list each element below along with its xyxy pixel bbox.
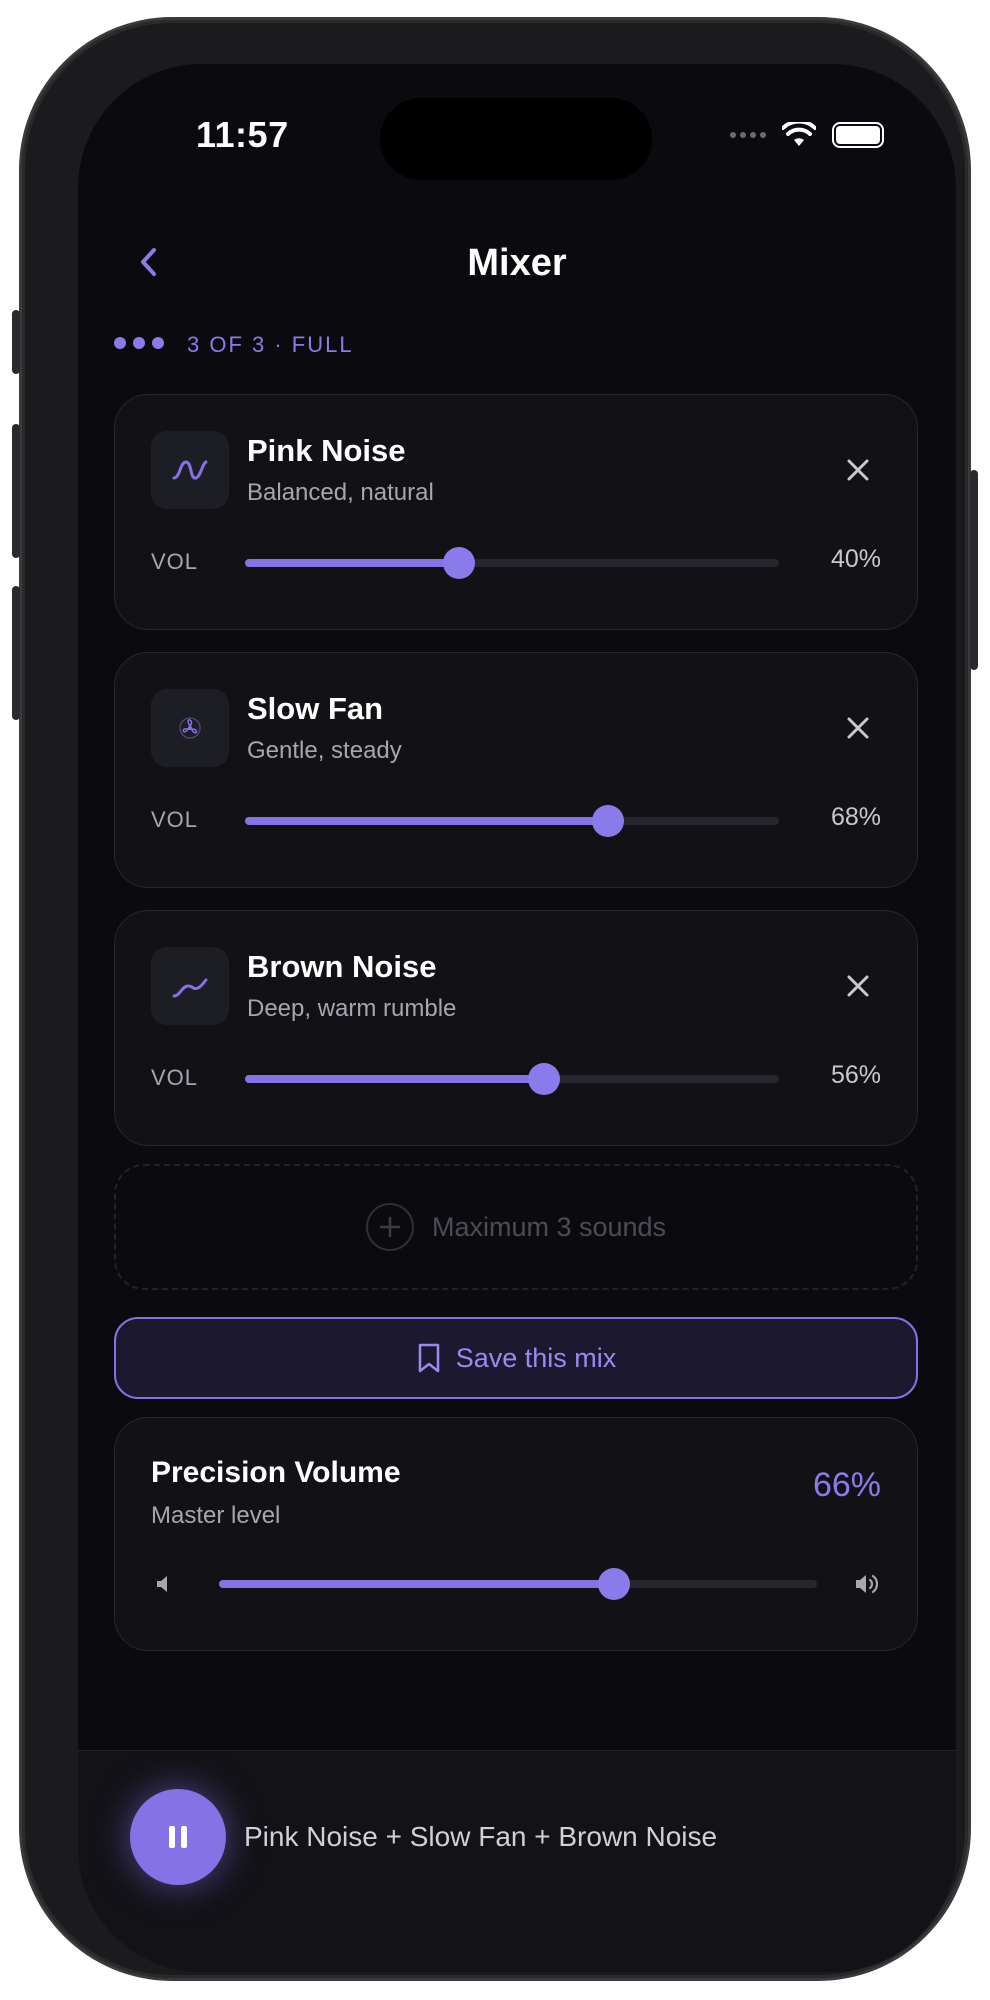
sound-name: Slow Fan	[247, 691, 384, 726]
volume-percent: 40%	[830, 545, 881, 573]
slider-fill	[245, 817, 609, 825]
sound-card: Pink Noise Balanced, natural VOL 40%	[114, 394, 918, 630]
pause-button[interactable]	[130, 1789, 226, 1885]
slider-thumb[interactable]	[592, 805, 625, 837]
master-volume-percent: 66%	[812, 1466, 881, 1504]
phone-frame: 11:57 Mixer 3 OF 3 · FULL Pink Noise Bal…	[12, 20, 978, 1978]
volume-percent: 56%	[830, 1061, 881, 1089]
remove-sound-close-icon[interactable]	[843, 713, 873, 743]
slider-fill	[245, 1075, 545, 1083]
sound-volume-slider[interactable]	[245, 805, 779, 837]
add-slot-label: Maximum 3 sounds	[431, 1211, 667, 1242]
volume-label: VOL	[151, 549, 199, 574]
sound-count-text: 3 OF 3 · FULL	[187, 332, 354, 357]
master-volume-subtitle: Master level	[151, 1502, 281, 1529]
master-volume-card: Precision Volume Master level 66%	[114, 1417, 918, 1651]
slider-thumb[interactable]	[442, 547, 475, 579]
rumble-icon	[172, 978, 208, 998]
now-playing-text: Pink Noise + Slow Fan + Brown Noise	[244, 1821, 718, 1852]
slider-thumb[interactable]	[528, 1063, 561, 1095]
fan-icon	[179, 717, 201, 739]
sound-icon-box	[151, 947, 229, 1025]
slot-dot	[114, 337, 126, 349]
battery-icon	[832, 122, 884, 148]
save-mix-button[interactable]: Save this mix	[114, 1317, 918, 1399]
sound-card: Slow Fan Gentle, steady VOL 68%	[114, 652, 918, 888]
sound-description: Deep, warm rumble	[247, 995, 457, 1022]
dynamic-island	[380, 98, 652, 180]
volume-high-icon[interactable]	[853, 1570, 881, 1598]
slider-fill	[245, 559, 459, 567]
sound-count-indicator: 3 OF 3 · FULL	[114, 332, 354, 358]
master-volume-title: Precision Volume	[151, 1456, 401, 1489]
remove-sound-close-icon[interactable]	[843, 455, 873, 485]
status-time: 11:57	[196, 114, 289, 155]
screen: 11:57 Mixer 3 OF 3 · FULL Pink Noise Bal…	[78, 64, 956, 1972]
volume-low-icon[interactable]	[153, 1572, 177, 1596]
sound-icon-box	[151, 431, 229, 509]
plus-icon	[365, 1203, 414, 1251]
sound-name: Brown Noise	[247, 949, 437, 984]
page-title: Mixer	[467, 242, 567, 284]
volume-label: VOL	[151, 807, 199, 832]
slot-dot	[133, 337, 145, 349]
pause-icon	[169, 1826, 187, 1848]
status-icons	[730, 122, 884, 148]
volume-label: VOL	[151, 1065, 199, 1090]
sound-volume-slider[interactable]	[245, 1063, 779, 1095]
slider-thumb[interactable]	[597, 1568, 630, 1600]
wave-icon	[172, 460, 208, 480]
sound-icon-box	[151, 689, 229, 767]
volume-down-button	[12, 586, 20, 720]
sound-volume-slider[interactable]	[245, 547, 779, 579]
slider-fill	[219, 1580, 614, 1588]
add-sound-slot-disabled: Maximum 3 sounds	[114, 1164, 918, 1290]
volume-percent: 68%	[830, 803, 881, 831]
wifi-icon	[782, 122, 816, 146]
sound-name: Pink Noise	[247, 433, 406, 468]
sound-card: Brown Noise Deep, warm rumble VOL 56%	[114, 910, 918, 1146]
volume-up-button	[12, 424, 20, 558]
slot-dot	[152, 337, 164, 349]
master-volume-slider[interactable]	[219, 1568, 817, 1600]
sound-description: Gentle, steady	[247, 737, 402, 764]
sound-description: Balanced, natural	[247, 479, 434, 506]
action-button	[12, 310, 20, 374]
save-mix-label: Save this mix	[455, 1342, 617, 1373]
remove-sound-close-icon[interactable]	[843, 971, 873, 1001]
power-button	[970, 470, 978, 670]
signal-icon	[730, 132, 766, 138]
bookmark-icon	[418, 1343, 439, 1373]
now-playing-bar: Pink Noise + Slow Fan + Brown Noise	[78, 1750, 956, 1972]
